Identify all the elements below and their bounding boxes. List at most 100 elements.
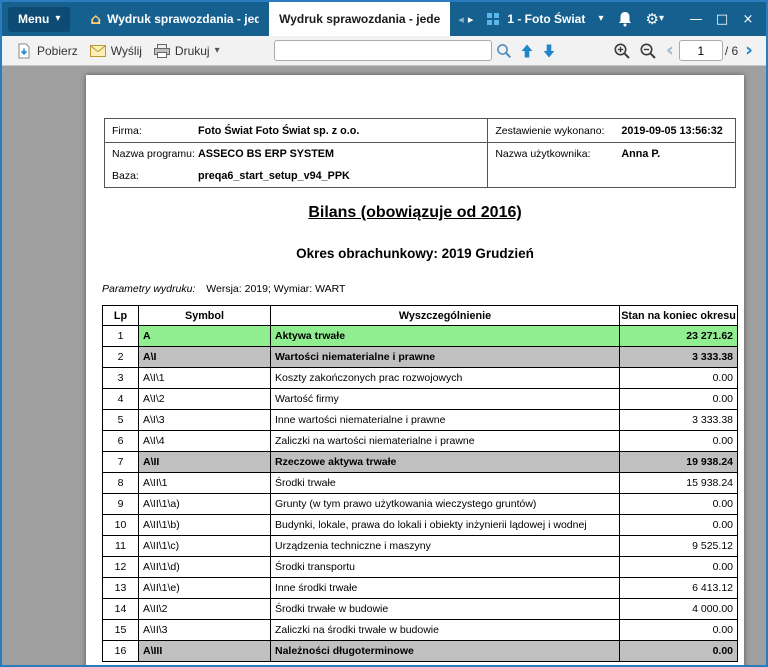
report-cell-name: Należności długoterminowe bbox=[270, 640, 620, 662]
print-chevron-icon: ▾ bbox=[214, 44, 220, 56]
report-row: 7 A\II Rzeczowe aktywa trwałe 19 938.24 bbox=[102, 451, 738, 473]
search-button[interactable] bbox=[492, 41, 516, 61]
report-cell-value: 0.00 bbox=[619, 619, 738, 641]
workspace-chevron-icon[interactable]: ▾ bbox=[598, 14, 603, 24]
report-cell-name: Inne środki trwałe bbox=[270, 577, 620, 599]
report-cell-name: Wartość firmy bbox=[270, 388, 620, 410]
tab-scroll-right-icon[interactable]: ▸ bbox=[468, 13, 474, 26]
report-info-box: Firma: Foto Świat Foto Świat sp. z o.o. … bbox=[104, 118, 736, 188]
report-cell-name: Inne wartości niematerialne i prawne bbox=[270, 409, 620, 431]
report-row: 14 A\II\2 Środki trwałe w budowie 4 000.00 bbox=[102, 598, 738, 620]
report-row: 11 A\II\1\c) Urządzenia techniczne i maszy… bbox=[102, 535, 738, 557]
download-button[interactable]: Pobierz bbox=[10, 40, 84, 62]
find-next-button[interactable] bbox=[538, 41, 560, 61]
close-button[interactable]: × bbox=[736, 12, 760, 27]
parameters-value: Wersja: 2019; Wymiar: WART bbox=[206, 283, 346, 295]
settings-gear-icon[interactable]: ⚙ ▾ bbox=[646, 10, 664, 28]
chevron-down-icon: ▾ bbox=[55, 13, 61, 24]
envelope-icon bbox=[89, 44, 106, 57]
report-cell-value: 0.00 bbox=[619, 388, 738, 410]
report-cell-name: Rzeczowe aktywa trwałe bbox=[270, 451, 620, 473]
info-label: Zestawienie wykonano: bbox=[495, 124, 605, 137]
info-label: Nazwa użytkownika: bbox=[495, 148, 591, 160]
report-row: 3 A\I\1 Koszty zakończonych prac rozwojowy… bbox=[102, 367, 738, 389]
search-box bbox=[274, 40, 493, 61]
print-button[interactable]: Drukuj ▾ bbox=[148, 41, 226, 61]
info-right-column: Zestawienie wykonano: 2019-09-05 13:56:3… bbox=[487, 119, 735, 187]
notifications-bell-icon[interactable] bbox=[618, 11, 632, 27]
zoom-out-icon bbox=[640, 43, 656, 59]
tab-label: Wydruk sprawozdania - jeden bbox=[107, 12, 260, 26]
report-row: 15 A\II\3 Zaliczki na środki trwałe w budo… bbox=[102, 619, 738, 641]
tab-report-inactive[interactable]: ⌂ Wydruk sprawozdania - jeden bbox=[80, 2, 269, 36]
maximize-button[interactable]: □ bbox=[710, 12, 734, 27]
arrow-down-icon bbox=[543, 44, 555, 57]
next-page-button[interactable]: › bbox=[740, 41, 758, 60]
report-cell-lp: 3 bbox=[102, 367, 139, 389]
search-input[interactable] bbox=[279, 42, 488, 59]
report-cell-lp: 12 bbox=[102, 556, 139, 578]
report-cell-symbol: A\III bbox=[138, 640, 271, 662]
report-cell-value: 6 413.12 bbox=[619, 577, 738, 599]
menu-button-label: Menu bbox=[18, 12, 50, 26]
report-cell-symbol: A\II\1\e) bbox=[138, 577, 271, 599]
report-cell-symbol: A\I bbox=[138, 346, 271, 368]
workspace-selector[interactable]: 1 - Foto Świat bbox=[487, 12, 585, 26]
report-title: Bilans (obowiązuje od 2016) bbox=[308, 204, 522, 221]
report-parameters: Parametry wydruku: Wersja: 2019; Wymiar:… bbox=[102, 283, 738, 295]
report-cell-lp: 11 bbox=[102, 535, 139, 557]
info-label: Nazwa programu: bbox=[112, 148, 195, 160]
parameters-label: Parametry wydruku: bbox=[102, 283, 196, 295]
zoom-in-button[interactable] bbox=[609, 40, 635, 62]
report-cell-name: Zaliczki na środki trwałe w budowie bbox=[270, 619, 620, 641]
info-value: preqa6_start_setup_v94_PPK bbox=[198, 170, 350, 182]
printer-icon bbox=[153, 43, 170, 58]
report-table: Lp Symbol Wyszczególnienie Stan na konie… bbox=[102, 305, 738, 662]
report-cell-value: 0.00 bbox=[619, 556, 738, 578]
info-left-column: Firma: Foto Świat Foto Świat sp. z o.o. … bbox=[105, 119, 488, 187]
report-cell-value: 3 333.38 bbox=[619, 346, 738, 368]
toolbar: Pobierz Wyślij Drukuj ▾ ‹ 1 / 6 › bbox=[2, 36, 766, 66]
report-cell-lp: 8 bbox=[102, 472, 139, 494]
report-cell-lp: 16 bbox=[102, 640, 139, 662]
report-cell-lp: 10 bbox=[102, 514, 139, 536]
print-label: Drukuj bbox=[174, 43, 210, 58]
report-cell-name: Koszty zakończonych prac rozwojowych bbox=[270, 367, 620, 389]
minimize-button[interactable]: — bbox=[684, 12, 708, 27]
report-cell-symbol: A\II\1 bbox=[138, 472, 271, 494]
report-cell-lp: 5 bbox=[102, 409, 139, 431]
previous-page-button[interactable]: ‹ bbox=[661, 41, 679, 60]
tab-scroller: ◂ ▸ bbox=[458, 13, 473, 26]
report-cell-symbol: A\I\4 bbox=[138, 430, 271, 452]
report-cell-lp: 14 bbox=[102, 598, 139, 620]
report-row: 13 A\II\1\e) Inne środki trwałe 6 413.12 bbox=[102, 577, 738, 599]
preview-area[interactable]: Firma: Foto Świat Foto Świat sp. z o.o. … bbox=[2, 66, 766, 665]
workspace-label: 1 - Foto Świat bbox=[507, 12, 586, 26]
report-table-body: 1 A Aktywa trwałe 23 271.62 2 A\I Wartości nie… bbox=[102, 325, 738, 662]
menu-button[interactable]: Menu ▾ bbox=[8, 6, 71, 32]
page-number-input[interactable] bbox=[678, 40, 723, 61]
tab-label: Wydruk sprawozdania - jede bbox=[279, 12, 441, 26]
find-previous-button[interactable] bbox=[516, 41, 538, 61]
report-cell-lp: 13 bbox=[102, 577, 139, 599]
report-row: 1 A Aktywa trwałe 23 271.62 bbox=[102, 325, 738, 347]
report-row: 5 A\I\3 Inne wartości niematerialne i praw… bbox=[102, 409, 738, 431]
report-cell-lp: 15 bbox=[102, 619, 139, 641]
zoom-out-button[interactable] bbox=[635, 40, 661, 62]
report-cell-symbol: A\II\1\a) bbox=[138, 493, 271, 515]
tab-scroll-left-icon[interactable]: ◂ bbox=[458, 13, 464, 26]
report-row: 12 A\II\1\d) Środki transportu 0.00 bbox=[102, 556, 738, 578]
home-icon: ⌂ bbox=[90, 9, 102, 28]
header-value: Stan na koniec okresu bbox=[619, 305, 738, 326]
header-symbol: Symbol bbox=[138, 305, 271, 326]
report-row: 10 A\II\1\b) Budynki, lokale, prawa do lok… bbox=[102, 514, 738, 536]
send-label: Wyślij bbox=[110, 43, 142, 58]
tab-report-active[interactable]: Wydruk sprawozdania - jede bbox=[269, 2, 451, 36]
report-cell-symbol: A\II\1\c) bbox=[138, 535, 271, 557]
info-value: Anna P. bbox=[621, 148, 661, 160]
report-cell-name: Zaliczki na wartości niematerialne i pra… bbox=[270, 430, 620, 452]
report-cell-lp: 7 bbox=[102, 451, 139, 473]
info-value: ASSECO BS ERP SYSTEM bbox=[198, 148, 334, 160]
send-button[interactable]: Wyślij bbox=[84, 41, 148, 61]
report-cell-value: 0.00 bbox=[619, 367, 738, 389]
